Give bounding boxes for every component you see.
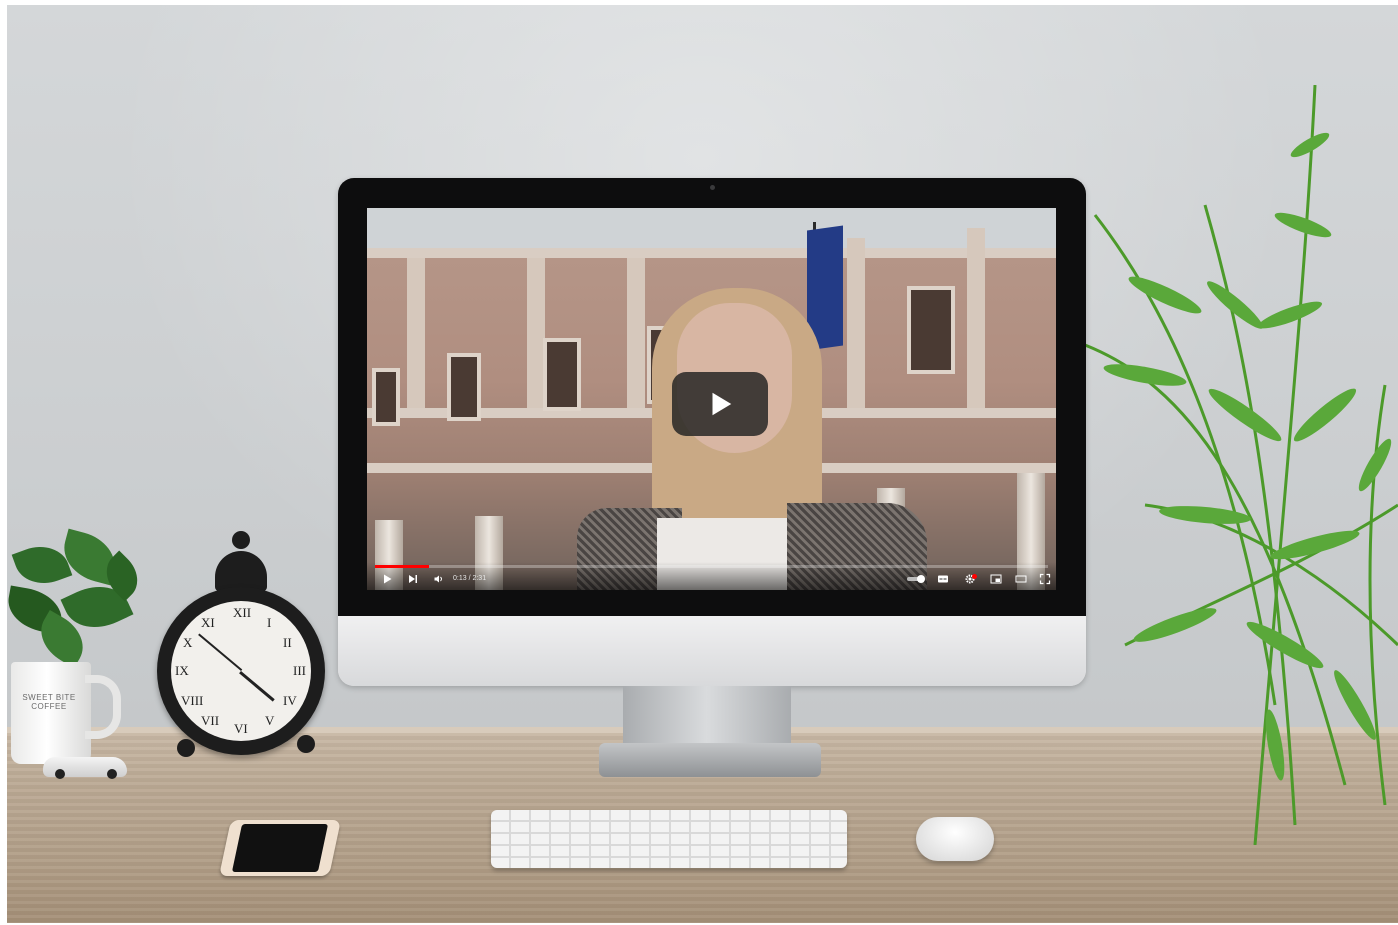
clock-minute-hand	[198, 633, 243, 671]
clock-numeral: XI	[201, 615, 215, 630]
monitor-stand-base	[599, 743, 821, 777]
phone-screen	[231, 824, 329, 872]
window	[447, 353, 481, 421]
mouse	[916, 817, 994, 861]
fullscreen-button[interactable]	[1039, 573, 1051, 587]
video-player[interactable]: 0:13 / 2:31	[367, 208, 1056, 590]
desk-scene: 0:13 / 2:31 SWEET BITE COFFEE XII III VI…	[7, 5, 1398, 923]
subtitles-button[interactable]	[937, 573, 949, 587]
theater-mode-button[interactable]	[1015, 573, 1027, 587]
next-icon	[409, 575, 417, 583]
mug-label: SWEET BITE COFFEE	[22, 693, 76, 711]
clock-numeral: I	[267, 615, 272, 630]
clock-foot	[297, 735, 315, 753]
window	[372, 368, 400, 426]
alarm-clock: XII III VI IX I II IV V VII VIII X XI	[157, 587, 325, 755]
clock-numeral: VIII	[181, 693, 204, 708]
clock-foot	[177, 739, 195, 757]
coffee-plant	[7, 528, 148, 675]
next-button[interactable]	[407, 573, 419, 587]
car-wheel	[55, 769, 65, 779]
player-control-bar: 0:13 / 2:31	[367, 562, 1056, 590]
clock-knob	[232, 531, 250, 549]
clock-numeral: VI	[234, 721, 248, 736]
clock-numeral: IX	[175, 663, 189, 678]
smartphone	[219, 820, 341, 876]
mug-handle	[85, 675, 121, 739]
window	[907, 286, 955, 374]
miniplayer-icon	[990, 574, 1002, 584]
clock-numeral: VII	[201, 713, 220, 728]
clock-numeral: X	[183, 635, 193, 650]
play-button[interactable]	[381, 573, 393, 587]
monitor-chin	[338, 616, 1086, 686]
video-frame-sky	[367, 208, 1056, 248]
keyboard	[491, 810, 847, 868]
fullscreen-icon	[1039, 573, 1051, 585]
fern-plant	[1085, 85, 1398, 845]
autoplay-toggle-icon	[907, 575, 925, 583]
window	[543, 338, 581, 411]
monitor-stand	[623, 686, 791, 746]
volume-icon	[434, 575, 442, 583]
miniplayer-button[interactable]	[990, 573, 1002, 587]
car-wheel	[107, 769, 117, 779]
coffee-mug	[11, 662, 91, 764]
time-display: 0:13 / 2:31	[453, 575, 487, 582]
pilaster	[627, 258, 645, 408]
pilaster	[847, 238, 865, 408]
clock-numeral: XII	[233, 605, 252, 620]
play-icon	[712, 392, 732, 416]
progress-bar-played	[375, 565, 429, 568]
large-play-button[interactable]	[672, 372, 768, 436]
clock-numeral: II	[283, 635, 292, 650]
clock-numeral: IV	[283, 693, 297, 708]
pilaster	[967, 228, 985, 408]
cornice	[367, 248, 1056, 258]
hd-badge	[972, 574, 977, 579]
clock-face: XII III VI IX I II IV V VII VIII X XI	[171, 601, 311, 741]
clock-hour-hand	[239, 671, 275, 702]
play-icon	[384, 574, 392, 584]
progress-bar[interactable]	[375, 565, 1048, 568]
clock-numeral: III	[293, 663, 306, 678]
clock-numeral: V	[265, 713, 275, 728]
webcam	[710, 185, 715, 190]
pilaster	[407, 258, 425, 408]
theater-mode-icon	[1015, 575, 1027, 583]
subtitles-icon	[938, 575, 948, 583]
volume-button[interactable]	[433, 573, 445, 587]
autoplay-toggle[interactable]	[906, 573, 928, 587]
